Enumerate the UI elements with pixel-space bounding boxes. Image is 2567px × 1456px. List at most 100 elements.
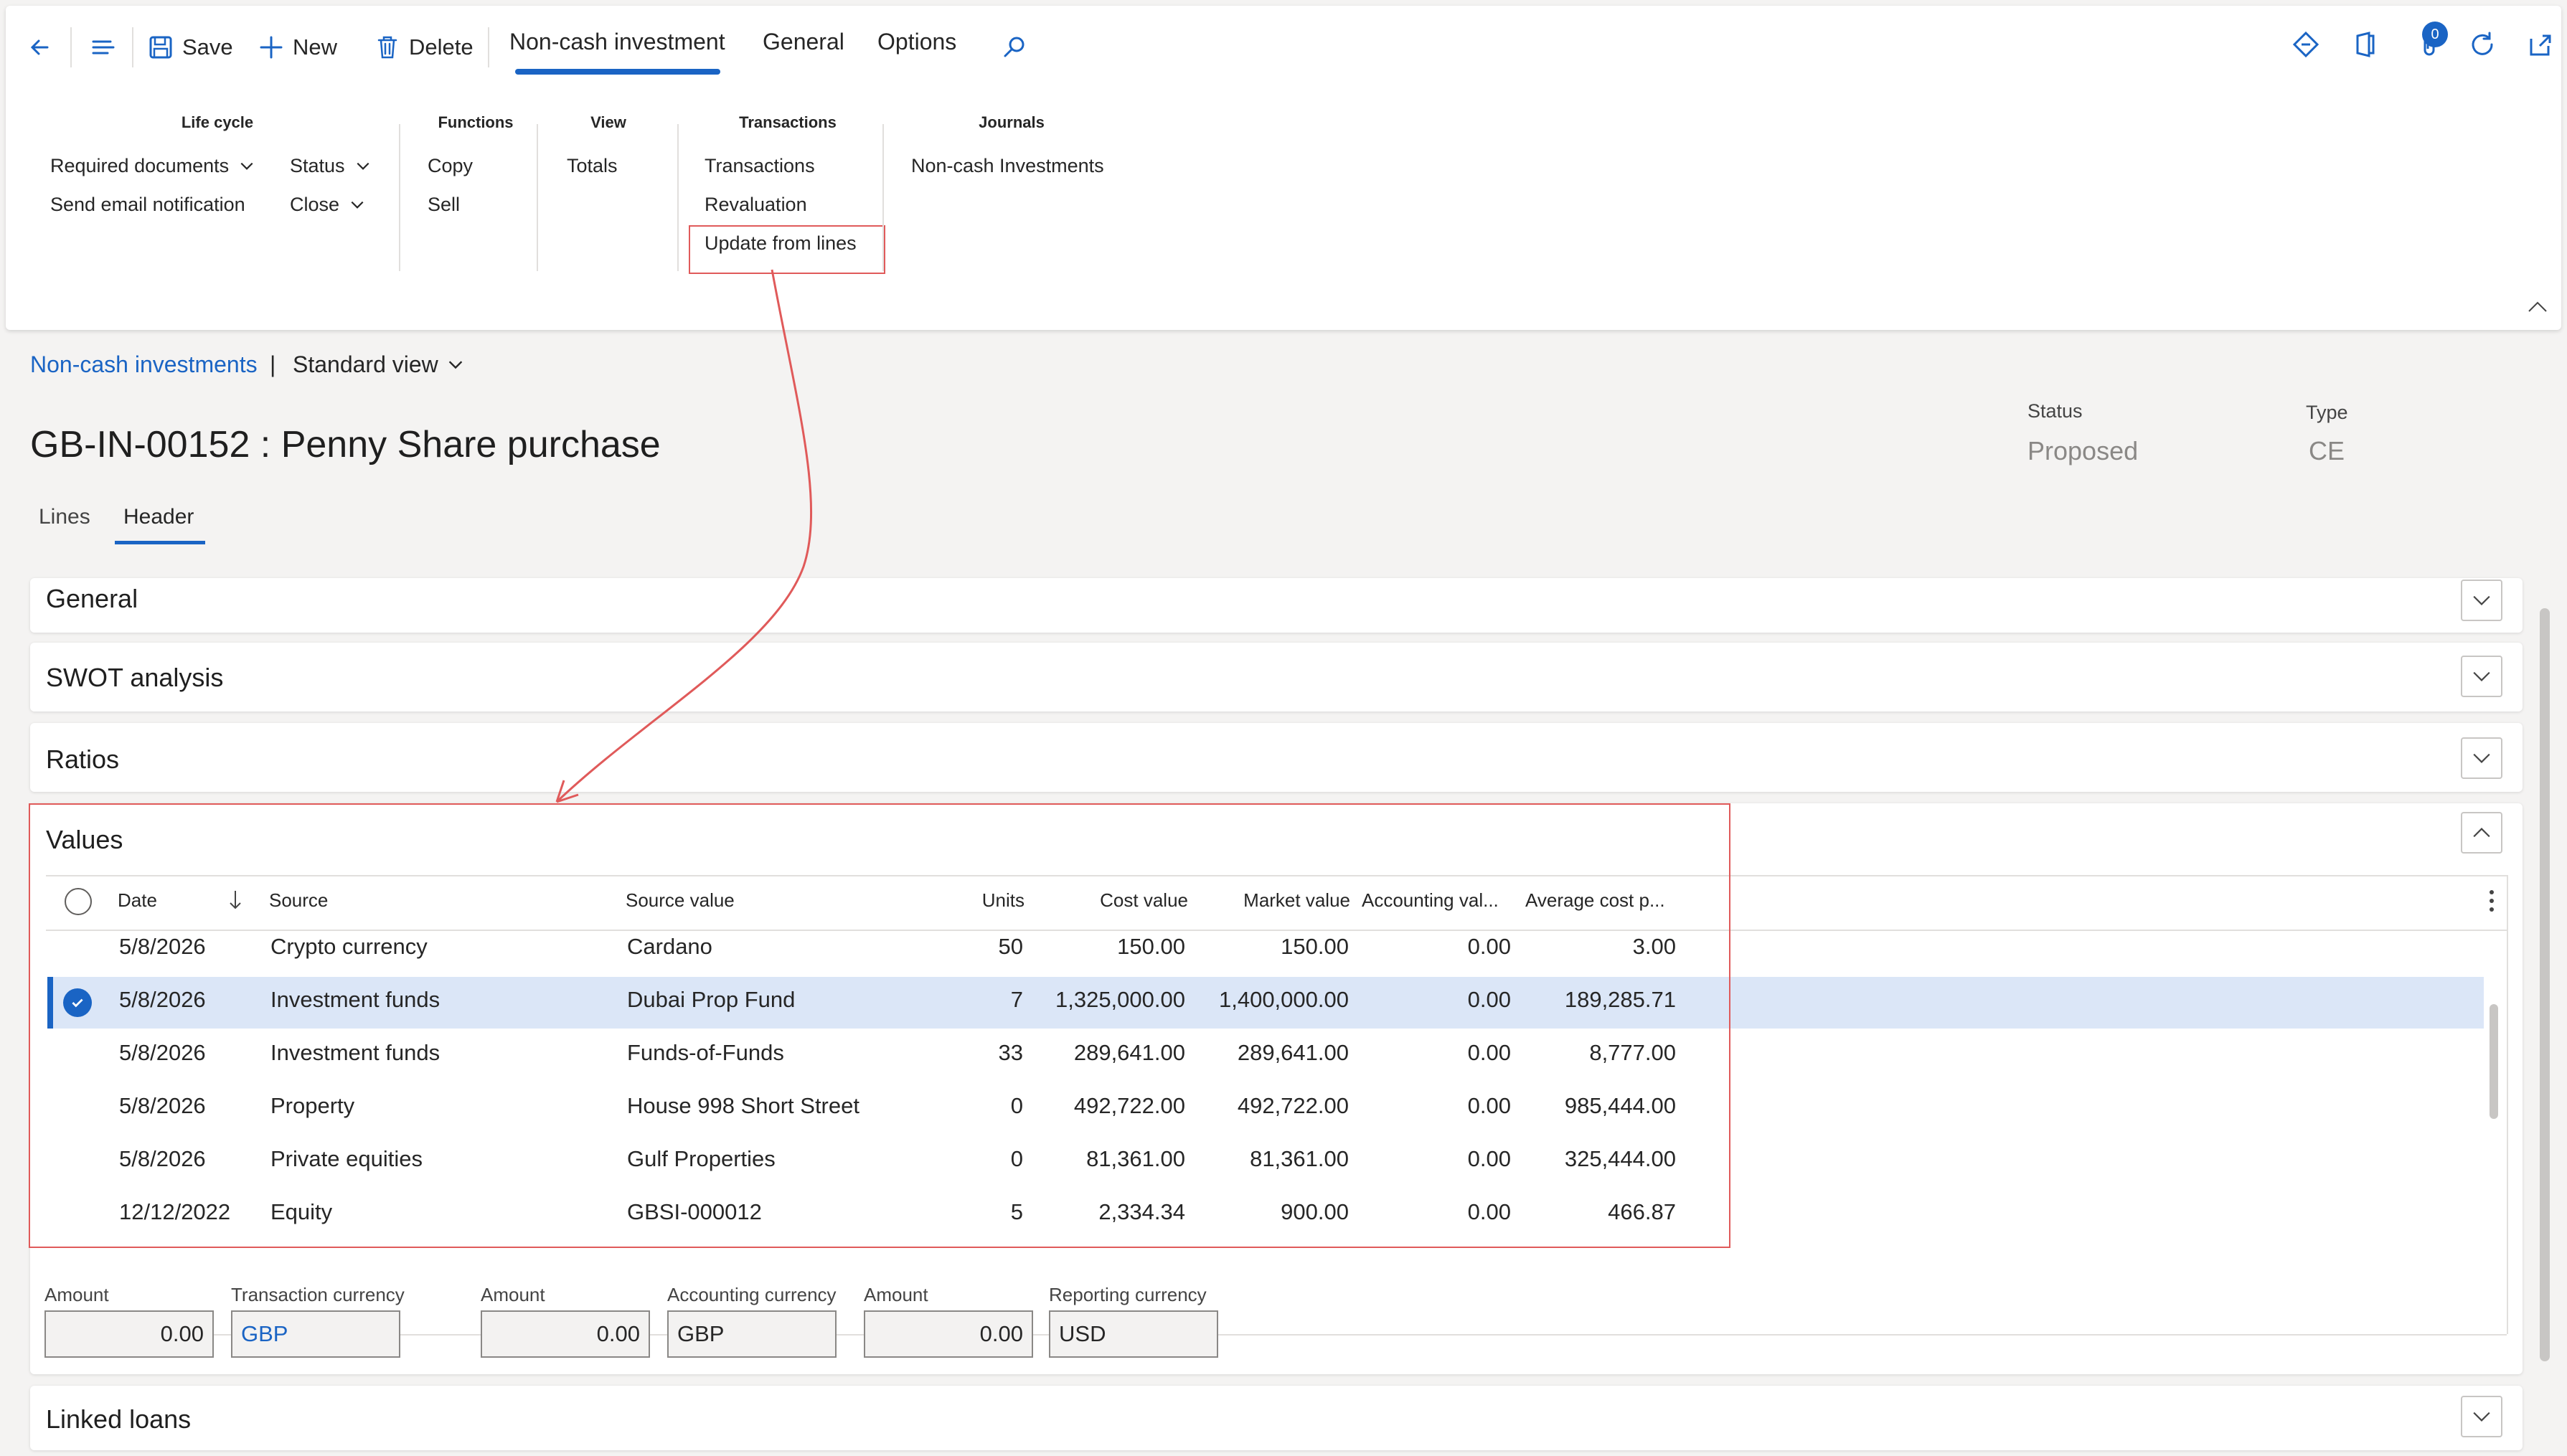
more-vertical-icon [2490,890,2494,912]
chevron-down-icon [2473,671,2490,681]
grid-scrollbar[interactable] [2490,1004,2498,1119]
fasttab-linked-loans[interactable]: Linked loans [30,1386,2523,1450]
amount-reporting-label: Amount [864,1284,928,1305]
expand-ratios-button[interactable] [2461,737,2502,779]
close-label: Close [290,194,340,215]
collapse-values-button[interactable] [2461,812,2502,854]
breadcrumb-link[interactable]: Non-cash investments [30,351,258,378]
chevron-down-icon [2473,1412,2490,1422]
fasttab-ratios-title: Ratios [46,744,120,774]
chevron-up-icon [2473,828,2490,838]
search-button[interactable] [1000,27,1029,67]
tab-options[interactable]: Options [877,29,956,55]
accounting-currency-label: Accounting currency [667,1284,837,1305]
view-selector-label: Standard view [293,351,438,377]
chevron-down-icon [240,162,253,170]
popout-icon [2530,34,2551,56]
diamond-button[interactable] [2286,24,2326,65]
sell-button[interactable]: Sell [428,194,460,216]
group-divider [537,124,538,271]
chevron-down-icon [448,360,463,369]
back-arrow-icon [30,39,49,55]
hamburger-icon [92,40,115,55]
non-cash-investments-journal-button[interactable]: Non-cash Investments [911,155,1104,177]
new-button[interactable]: New [257,27,337,67]
attachments-count-badge: 0 [2422,22,2448,47]
office-icon [2356,32,2375,57]
page-title: GB-IN-00152 : Penny Share purchase [30,424,661,465]
fasttab-ratios[interactable]: Ratios [30,723,2523,792]
amount-accounting-label: Amount [481,1284,545,1305]
refresh-button[interactable] [2462,24,2502,65]
active-tab-indicator [515,69,720,75]
group-title-lifecycle: Life cycle [181,113,254,131]
action-pane: Save New Delete Non-cash investment Gene… [6,6,2561,330]
transactions-button[interactable]: Transactions [705,155,815,177]
group-title-view: View [590,113,626,131]
send-email-notification-button[interactable]: Send email notification [50,194,245,216]
type-field-value: CE [2309,436,2345,465]
trash-icon [377,36,397,59]
status-field-label: Status [2027,400,2083,422]
chevron-down-icon [2473,753,2490,763]
view-selector[interactable]: Standard view [293,351,464,378]
send-email-notification-label: Send email notification [50,194,245,215]
amount-transaction-field[interactable]: 0.00 [44,1310,214,1358]
tab-non-cash-investment[interactable]: Non-cash investment [509,29,725,55]
save-button[interactable]: Save [146,27,233,67]
delete-button[interactable]: Delete [373,27,474,67]
reporting-currency-field[interactable]: USD [1049,1310,1218,1358]
open-new-window-button[interactable] [2520,24,2560,65]
accounting-currency-field[interactable]: GBP [667,1310,837,1358]
chevron-down-icon [351,201,364,209]
grid-bottom-border [46,1334,2507,1336]
amount-reporting-field[interactable]: 0.00 [864,1310,1033,1358]
group-title-journals: Journals [979,113,1045,131]
group-divider [677,124,679,271]
expand-general-button[interactable] [2461,580,2502,621]
transaction-currency-label: Transaction currency [231,1284,405,1305]
group-divider [882,124,884,271]
column-options-button[interactable] [2488,887,2495,919]
refresh-icon [2472,32,2493,55]
annotation-highlight-box [29,803,1730,1248]
required-documents-label: Required documents [50,155,230,176]
toolbar-divider [70,27,72,67]
fasttab-general-title: General [46,584,138,613]
back-button[interactable] [26,27,55,67]
grid-right-border [2507,875,2508,1334]
toolbar-divider [488,27,489,67]
menu-button[interactable] [89,27,118,67]
expand-swot-button[interactable] [2461,656,2502,697]
page-scrollbar[interactable] [2540,608,2550,1361]
plus-icon [260,36,283,59]
status-field-value: Proposed [2027,436,2139,465]
group-title-functions: Functions [438,113,514,131]
transaction-currency-field[interactable]: GBP [231,1310,400,1358]
close-button[interactable]: Close [290,194,365,216]
type-field-label: Type [2306,402,2348,423]
collapse-ribbon-button[interactable] [2527,300,2548,318]
status-button[interactable]: Status [290,155,371,177]
subtab-lines[interactable]: Lines [39,505,90,529]
chevron-down-icon [2473,595,2490,605]
subtab-header[interactable]: Header [123,505,194,529]
amount-transaction-label: Amount [44,1284,109,1305]
fasttab-swot[interactable]: SWOT analysis [30,643,2523,712]
fasttab-general[interactable]: General [30,578,2523,633]
annotation-highlight-box [689,225,885,274]
new-label: New [293,34,338,60]
fasttab-swot-title: SWOT analysis [46,663,224,692]
required-documents-button[interactable]: Required documents [50,155,255,177]
diamond-icon [2292,31,2319,58]
tab-general[interactable]: General [763,29,844,55]
totals-button[interactable]: Totals [567,155,618,177]
expand-linked-loans-button[interactable] [2461,1396,2502,1437]
toolbar-divider [132,27,133,67]
office-button[interactable] [2345,24,2385,65]
save-icon [149,36,172,59]
search-icon [1004,37,1025,57]
copy-button[interactable]: Copy [428,155,473,177]
amount-accounting-field[interactable]: 0.00 [481,1310,650,1358]
revaluation-button[interactable]: Revaluation [705,194,807,216]
